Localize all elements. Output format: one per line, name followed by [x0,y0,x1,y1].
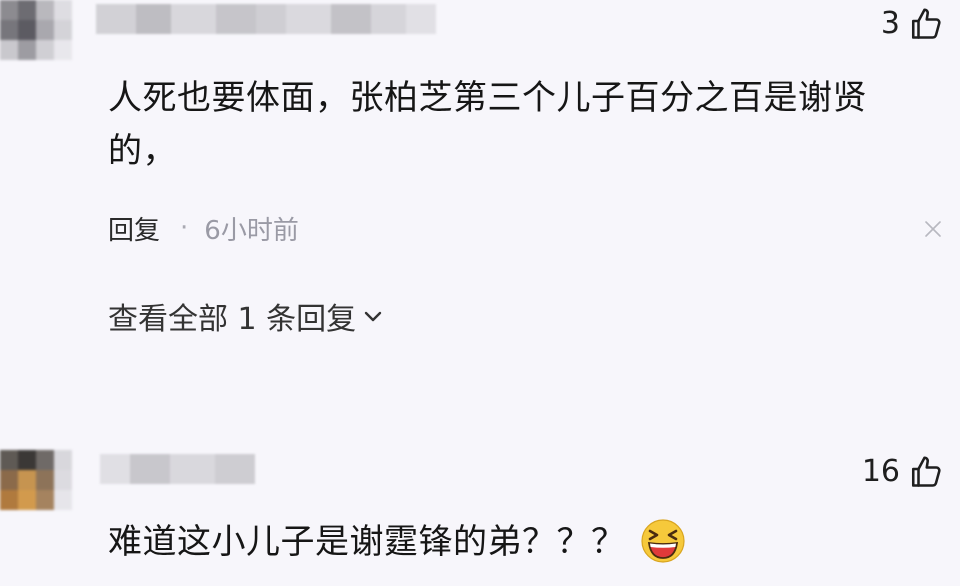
thumbs-up-icon [908,6,944,42]
comment-item: 3 人死也要体面，张柏芝第三个儿子百分之百是谢贤的， 回复 · 6小时前 查看全… [0,0,960,400]
like-count: 16 [861,454,900,489]
username[interactable] [100,454,255,484]
like-button[interactable]: 3 [881,6,944,42]
view-all-replies-button[interactable]: 查看全部 1 条回复 [108,294,384,338]
thumbs-up-icon [908,454,944,490]
comment-text-row: 难道这小儿子是谢霆锋的弟？？？ [108,516,908,569]
comment-text: 难道这小儿子是谢霆锋的弟？？？ [108,522,626,562]
username[interactable] [96,4,436,34]
grinning-squinting-face-icon [640,518,686,564]
timestamp: 6小时前 [204,215,299,246]
like-count: 3 [880,6,900,41]
close-icon[interactable] [922,218,944,244]
separator-dot: · [180,213,189,243]
comment-text: 人死也要体面，张柏芝第三个儿子百分之百是谢贤的， [108,78,867,171]
view-all-replies-label: 查看全部 1 条回复 [108,302,357,337]
chevron-down-icon [362,305,384,327]
avatar[interactable] [0,450,72,510]
comment-item: 16 难道这小儿子是谢霆锋的弟？？？ [0,440,960,586]
comment-meta: 回复 · 6小时前 [108,208,299,248]
avatar[interactable] [0,0,72,60]
like-button[interactable]: 16 [862,454,944,490]
reply-button[interactable]: 回复 [108,210,160,247]
